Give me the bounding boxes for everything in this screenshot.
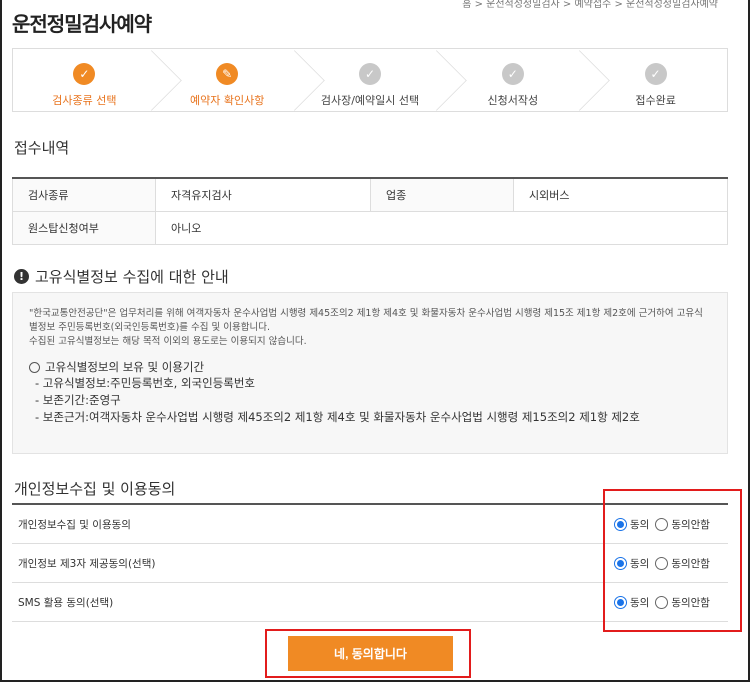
hold-item: - 보존근거:여객자동차 운수사업법 시행령 제45조의2 제1항 제4호 및 …: [35, 410, 640, 424]
table-cell: 자격유지검사: [155, 177, 371, 212]
step-label: 접수완료: [635, 94, 676, 107]
page-title: 운전정밀검사예약: [12, 12, 152, 36]
notice-line: "한국교통안전공단"은 업무처리를 위해 여객자동차 운수사업법 시행령 제45…: [29, 308, 703, 319]
table-cell: 시외버스: [513, 177, 728, 212]
consent-title: 개인정보수집 및 이용동의: [14, 480, 176, 498]
table-row: 원스탑신청여부 아니오: [12, 210, 728, 245]
hold-period-title: 고유식별정보의 보유 및 이용기간: [45, 360, 205, 374]
step-label: 검사종류 선택: [52, 94, 117, 107]
progress-steps: ✓ 검사종류 선택 ✎ 예약자 확인사항 ✓ 검사장/예약일시 선택 ✓ 신청서…: [12, 48, 728, 112]
notice-title: 고유식별정보 수집에 대한 안내: [35, 268, 229, 286]
step-confirm: ✎ 예약자 확인사항: [156, 49, 299, 111]
table-cell: 검사종류: [12, 177, 156, 212]
receipt-title: 접수내역: [14, 139, 70, 157]
table-cell: 업종: [370, 177, 514, 212]
highlight-box-button: [265, 629, 471, 678]
table-cell: 원스탑신청여부: [12, 210, 156, 245]
hold-period-heading: 고유식별정보의 보유 및 이용기간: [29, 359, 711, 375]
notice-line: 수집된 고유식별정보는 해당 목적 이외의 용도로는 이용되지 않습니다.: [29, 336, 307, 347]
highlight-box-radios: [603, 489, 742, 632]
circle-bullet-icon: [29, 361, 40, 373]
breadcrumb: 홈 > 운전적성정밀검사 > 예약접수 > 운전적성정밀검사예약: [462, 0, 718, 10]
hold-item: - 고유식별정보:주민등록번호, 외국인등록번호: [35, 376, 256, 390]
consent-label: 개인정보수집 및 이용동의: [18, 518, 131, 531]
check-icon: ✓: [501, 63, 524, 85]
receipt-table: 검사종류 자격유지검사 업종 시외버스 원스탑신청여부 아니오: [12, 177, 728, 245]
hold-item: - 보존기간:준영구: [35, 393, 121, 407]
step-application: ✓ 신청서작성: [441, 49, 584, 111]
check-icon: ✓: [644, 63, 667, 85]
exclamation-icon: !: [14, 269, 29, 284]
notice-heading: ! 고유식별정보 수집에 대한 안내: [14, 266, 229, 287]
step-label: 예약자 확인사항: [190, 94, 265, 107]
notice-box: "한국교통안전공단"은 업무처리를 위해 여객자동차 운수사업법 시행령 제45…: [12, 292, 728, 454]
consent-label: SMS 활용 동의(선택): [18, 596, 114, 609]
consent-label: 개인정보 제3자 제공동의(선택): [18, 557, 156, 570]
pencil-icon: ✎: [216, 63, 239, 85]
step-select-type: ✓ 검사종류 선택: [13, 49, 156, 111]
step-label: 검사장/예약일시 선택: [320, 94, 420, 107]
table-cell: 아니오: [155, 210, 728, 245]
step-label: 신청서작성: [487, 94, 539, 107]
table-row: 검사종류 자격유지검사 업종 시외버스: [12, 177, 728, 212]
check-icon: ✓: [73, 63, 96, 85]
step-location-date: ✓ 검사장/예약일시 선택: [299, 49, 442, 111]
step-complete: ✓ 접수완료: [584, 49, 727, 111]
notice-line: 별정보 주민등록번호(외국인등록번호)를 수집 및 이용합니다.: [29, 322, 271, 333]
check-icon: ✓: [358, 63, 381, 85]
